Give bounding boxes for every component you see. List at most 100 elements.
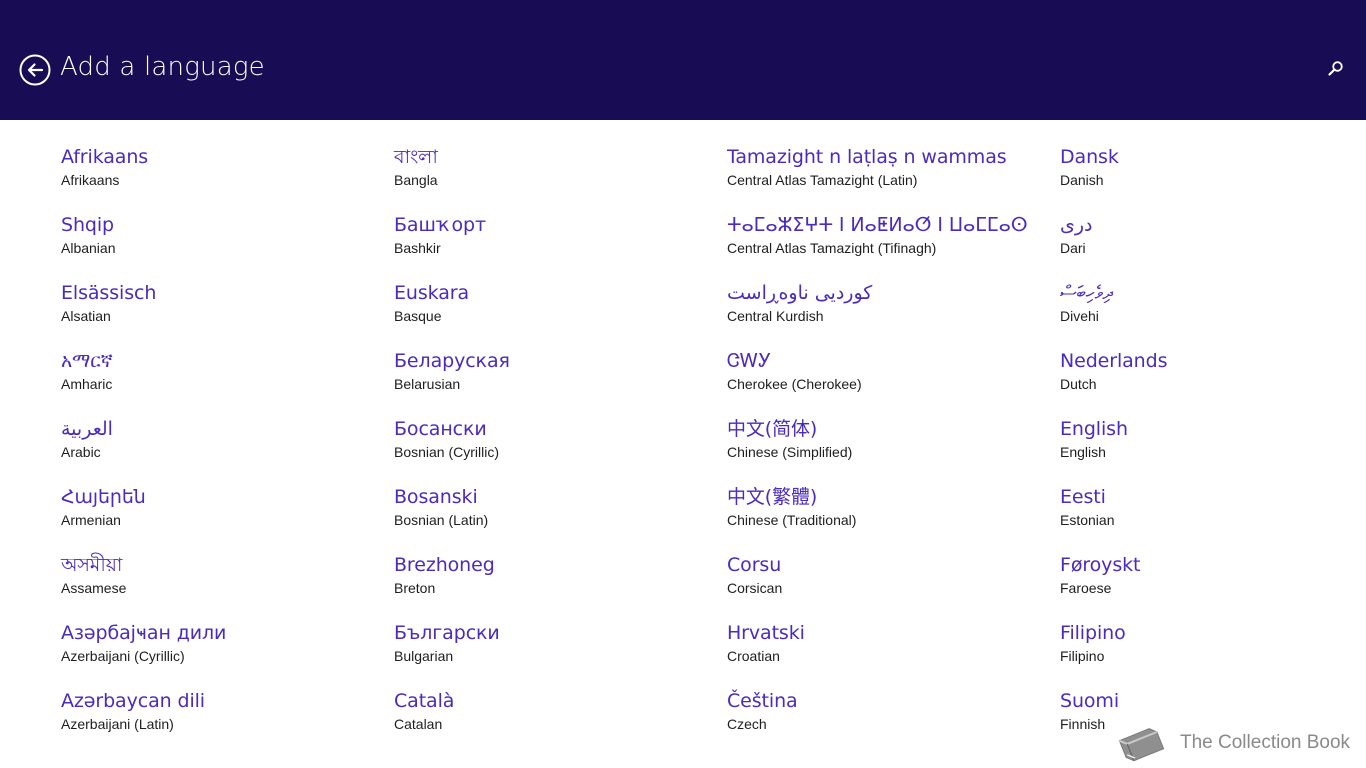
language-item-corsican[interactable]: Corsu Corsican [727,552,1028,620]
language-english-name: Azerbaijani (Latin) [61,716,174,732]
language-item-central-kurdish[interactable]: کوردیی ناوەڕاست Central Kurdish [727,280,1028,348]
language-english-name: Central Atlas Tamazight (Latin) [727,172,918,188]
language-native-name: 中文(繁體) [727,486,818,508]
language-native-name: Башҡорт [394,214,486,236]
language-english-name: Alsatian [61,308,111,324]
watermark-text: The Collection Book [1180,732,1351,753]
language-item-bosnian-cyrillic[interactable]: Босански Bosnian (Cyrillic) [394,416,510,484]
language-native-name: Afrikaans [61,146,149,168]
language-item-basque[interactable]: Euskara Basque [394,280,510,348]
language-native-name: Shqip [61,214,115,236]
language-item-tamazight-tifinagh[interactable]: ⵜⴰⵎⴰⵣⵉⵖⵜ ⵏ ⵍⴰⵟⵍⴰⵚ ⵏ ⵡⴰⵎⵎⴰⵙ Central Atlas … [727,212,1028,280]
language-english-name: Central Kurdish [727,308,824,324]
language-english-name: Chinese (Simplified) [727,444,853,460]
language-item-azerbaijani-latin[interactable]: Azərbaycan dili Azerbaijani (Latin) [61,688,226,756]
language-english-name: Belarusian [394,376,461,392]
language-item-chinese-simplified[interactable]: 中文(简体) Chinese (Simplified) [727,416,1028,484]
language-item-arabic[interactable]: العربية Arabic [61,416,226,484]
language-item-catalan[interactable]: Català Catalan [394,688,510,756]
language-item-bosnian-latin[interactable]: Bosanski Bosnian (Latin) [394,484,510,552]
language-english-name: Armenian [61,512,121,528]
language-item-chinese-traditional[interactable]: 中文(繁體) Chinese (Traditional) [727,484,1028,552]
language-english-name: Arabic [61,444,101,460]
language-item-alsatian[interactable]: Elsässisch Alsatian [61,280,226,348]
language-english-name: Estonian [1060,512,1115,528]
language-english-name: Afrikaans [61,172,120,188]
language-english-name: Chinese (Traditional) [727,512,857,528]
language-item-tamazight-latin[interactable]: Tamazight n laṭlaṣ n wammas Central Atlas… [727,144,1028,212]
language-native-name: Azərbaycan dili [61,690,205,712]
language-native-name: Bosanski [394,486,478,508]
language-item-breton[interactable]: Brezhoneg Breton [394,552,510,620]
language-english-name: English [1060,444,1106,460]
language-grid: Afrikaans Afrikaans Shqip Albanian Elsässi… [0,120,1366,768]
language-english-name: Dutch [1060,376,1097,392]
language-item-estonian[interactable]: Eesti Estonian [1060,484,1167,552]
language-native-name: অসমীয়া [61,554,123,576]
search-icon [1328,61,1343,76]
language-item-cherokee[interactable]: ᏣᎳᎩ Cherokee (Cherokee) [727,348,1028,416]
language-english-name: Azerbaijani (Cyrillic) [61,648,185,664]
language-english-name: Czech [727,716,767,732]
back-arrow-circle-icon [19,54,51,86]
language-native-name: English [1060,418,1128,440]
back-button[interactable] [19,54,51,86]
language-item-dutch[interactable]: Nederlands Dutch [1060,348,1167,416]
language-native-name: বাংলা [394,146,438,168]
language-native-name: Հայերեն [61,486,146,508]
language-native-name: العربية [61,418,113,440]
language-english-name: Corsican [727,580,783,596]
language-native-name: Eesti [1060,486,1106,508]
language-english-name: Divehi [1060,308,1099,324]
language-english-name: Bosnian (Latin) [394,512,489,528]
language-item-faroese[interactable]: Føroyskt Faroese [1060,552,1167,620]
language-english-name: Bashkir [394,240,441,256]
language-native-name: Elsässisch [61,282,157,304]
language-item-filipino[interactable]: Filipino Filipino [1060,620,1167,688]
language-item-azerbaijani-cyrillic[interactable]: Азәрбајҹан дили Azerbaijani (Cyrillic) [61,620,226,688]
language-item-afrikaans[interactable]: Afrikaans Afrikaans [61,144,226,212]
language-native-name: Беларуская [394,350,510,372]
language-item-english[interactable]: English English [1060,416,1167,484]
language-native-name: Føroyskt [1060,554,1141,576]
language-native-name: Filipino [1060,622,1126,644]
language-english-name: Catalan [394,716,443,732]
language-native-name: Català [394,690,455,712]
language-native-name: ދިވެހިބަސް [1060,282,1113,304]
language-item-amharic[interactable]: አማርኛ Amharic [61,348,226,416]
language-column-2: বাংলা Bangla Башҡорт Bashkir Euskara Basque… [394,144,510,756]
language-native-name: Suomi [1060,690,1120,712]
language-item-bulgarian[interactable]: Български Bulgarian [394,620,510,688]
language-native-name: 中文(简体) [727,418,818,440]
language-native-name: Босански [394,418,487,440]
language-english-name: Filipino [1060,648,1105,664]
language-item-czech[interactable]: Čeština Czech [727,688,1028,756]
app-header: Add a language [0,0,1366,120]
language-item-dari[interactable]: دری Dari [1060,212,1167,280]
language-item-bangla[interactable]: বাংলা Bangla [394,144,510,212]
language-column-4: Dansk Danish دری Dari ދިވެހިބަސް Divehi Ned… [1060,144,1167,756]
search-button[interactable] [1327,60,1345,78]
language-item-assamese[interactable]: অসমীয়া Assamese [61,552,226,620]
language-item-belarusian[interactable]: Беларуская Belarusian [394,348,510,416]
language-english-name: Faroese [1060,580,1112,596]
language-native-name: کوردیی ناوەڕاست [727,282,873,304]
language-english-name: Croatian [727,648,780,664]
language-native-name: Euskara [394,282,470,304]
watermark: The Collection Book [1114,718,1354,768]
language-item-divehi[interactable]: ދިވެހިބަސް Divehi [1060,280,1167,348]
language-native-name: Tamazight n laṭlaṣ n wammas [727,146,1007,168]
language-english-name: Danish [1060,172,1104,188]
language-native-name: አማርኛ [61,350,113,372]
page-title: Add a language [60,52,265,82]
language-item-bashkir[interactable]: Башҡорт Bashkir [394,212,510,280]
language-item-danish[interactable]: Dansk Danish [1060,144,1167,212]
language-english-name: Dari [1060,240,1086,256]
language-item-albanian[interactable]: Shqip Albanian [61,212,226,280]
language-item-croatian[interactable]: Hrvatski Croatian [727,620,1028,688]
language-item-armenian[interactable]: Հայերեն Armenian [61,484,226,552]
language-column-1: Afrikaans Afrikaans Shqip Albanian Elsässi… [61,144,226,756]
language-english-name: Albanian [61,240,116,256]
language-native-name: Nederlands [1060,350,1168,372]
language-native-name: Hrvatski [727,622,805,644]
